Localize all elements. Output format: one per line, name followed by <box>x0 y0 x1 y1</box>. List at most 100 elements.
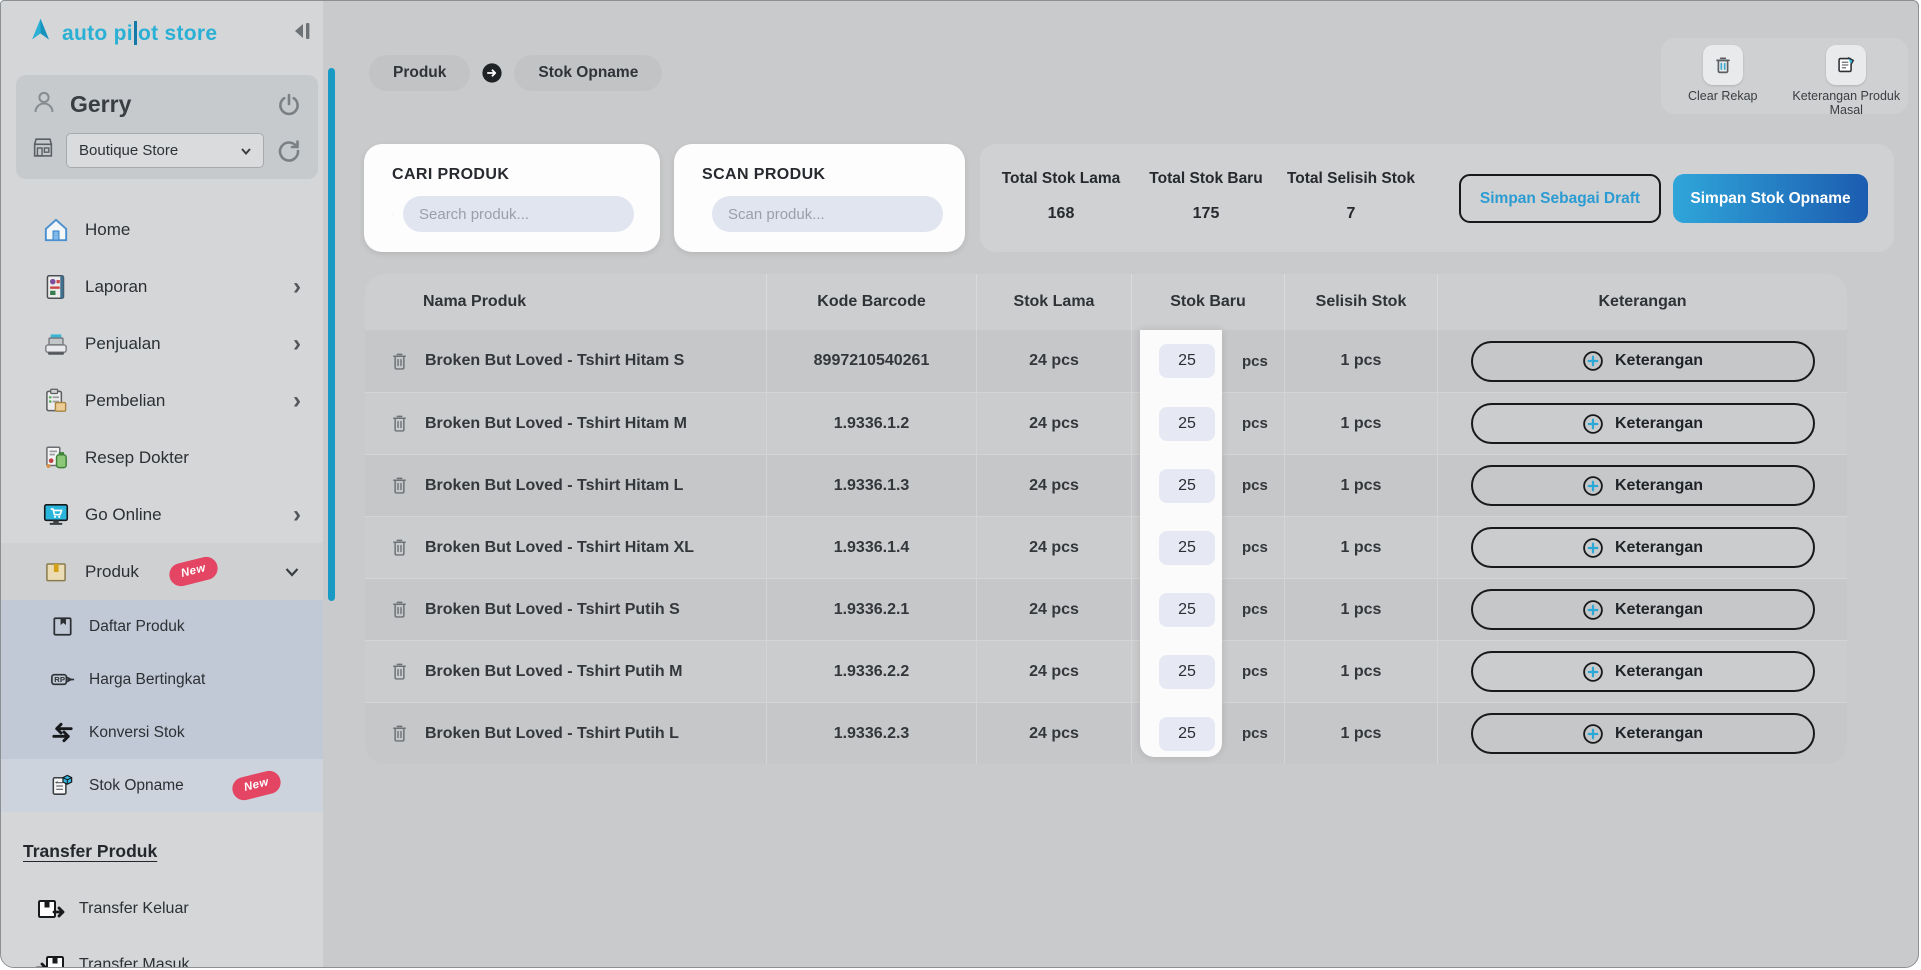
stok-baru-input[interactable] <box>1159 469 1215 503</box>
stok-lama-value: 24 pcs <box>977 393 1132 454</box>
sidebar-item-laporan[interactable]: Laporan › <box>1 258 323 315</box>
sidebar-item-daftar-produk[interactable]: Daftar Produk <box>1 600 323 653</box>
stok-lama-value: 24 pcs <box>977 455 1132 516</box>
breadcrumb-produk[interactable]: Produk <box>369 55 470 91</box>
keterangan-button[interactable]: Keterangan <box>1471 403 1815 444</box>
trash-icon <box>1703 45 1743 85</box>
brand-name: auto piot store <box>62 21 217 46</box>
total-stok-lama-value: 168 <box>981 205 1141 223</box>
cari-produk-card: CARI PRODUK <box>364 144 660 252</box>
stok-baru-input[interactable] <box>1159 593 1215 627</box>
delete-row-icon[interactable] <box>389 412 410 435</box>
delete-row-icon[interactable] <box>389 722 410 745</box>
keterangan-button-label: Keterangan <box>1615 663 1703 681</box>
sidebar-item-home[interactable]: Home <box>1 201 323 258</box>
selisih-stok-value: 1 pcs <box>1285 641 1438 702</box>
keterangan-button[interactable]: Keterangan <box>1471 713 1815 754</box>
plus-circle-icon <box>1582 537 1604 559</box>
keterangan-button-label: Keterangan <box>1615 477 1703 495</box>
price-tag-icon: RP <box>49 666 76 693</box>
sidebar-item-label: Home <box>85 220 301 240</box>
delete-row-icon[interactable] <box>389 536 410 559</box>
header-kode-barcode: Kode Barcode <box>767 274 977 330</box>
sidebar-item-transfer-masuk[interactable]: Transfer Masuk <box>1 937 323 968</box>
sidebar-item-go-online[interactable]: Go Online › <box>1 486 323 543</box>
simpan-sebagai-draft-button[interactable]: Simpan Sebagai Draft <box>1459 174 1661 223</box>
simpan-stok-opname-button[interactable]: Simpan Stok Opname <box>1673 174 1868 223</box>
store-select[interactable]: Boutique Store <box>66 133 264 168</box>
keterangan-button[interactable]: Keterangan <box>1471 527 1815 568</box>
plus-circle-icon <box>1582 723 1604 745</box>
clear-rekap-button[interactable]: Clear Rekap <box>1664 45 1782 103</box>
sidebar-item-stok-opname[interactable]: Stok Opname New <box>1 759 323 812</box>
transfer-in-icon <box>35 949 67 968</box>
refresh-icon[interactable] <box>276 138 302 164</box>
delete-row-icon[interactable] <box>389 474 410 497</box>
clear-rekap-label: Clear Rekap <box>1688 89 1757 103</box>
quick-actions-panel: Clear Rekap Keterangan Produk Masal <box>1661 38 1908 114</box>
keterangan-produk-masal-label: Keterangan Produk Masal <box>1787 89 1905 118</box>
product-name: Broken But Loved - Tshirt Hitam S <box>425 352 684 370</box>
product-barcode: 1.9336.1.4 <box>767 517 977 578</box>
plus-circle-icon <box>1582 661 1604 683</box>
keterangan-button-label: Keterangan <box>1615 415 1703 433</box>
selisih-stok-value: 1 pcs <box>1285 393 1438 454</box>
chevron-right-icon: › <box>293 332 301 356</box>
stok-baru-input[interactable] <box>1159 655 1215 689</box>
paper-plane-logo-icon <box>27 17 54 49</box>
table-body: Broken But Loved - Tshirt Hitam S 899721… <box>365 330 1847 764</box>
product-list-icon <box>49 613 76 640</box>
stok-baru-input[interactable] <box>1159 344 1215 378</box>
unit-label: pcs <box>1242 725 1268 742</box>
stok-baru-input[interactable] <box>1159 717 1215 751</box>
scrollbar-thumb[interactable] <box>328 68 335 601</box>
cash-register-icon <box>41 329 71 359</box>
delete-row-icon[interactable] <box>389 350 410 373</box>
sidebar-item-konversi-stok[interactable]: Konversi Stok <box>1 706 323 759</box>
produk-submenu: Daftar Produk RP Harga Bertingkat Konver… <box>1 600 323 812</box>
sidebar-item-label: Produk <box>85 562 139 582</box>
collapse-sidebar-icon[interactable] <box>287 17 315 45</box>
breadcrumb-stok-opname[interactable]: Stok Opname <box>514 55 662 91</box>
sidebar-item-transfer-keluar[interactable]: Transfer Keluar <box>1 881 323 937</box>
keterangan-button[interactable]: Keterangan <box>1471 589 1815 630</box>
product-barcode: 1.9336.2.3 <box>767 703 977 764</box>
sidebar-item-resep-dokter[interactable]: Resep Dokter <box>1 429 323 486</box>
product-name: Broken But Loved - Tshirt Putih M <box>425 663 682 681</box>
storefront-icon <box>30 135 56 166</box>
scan-produk-input[interactable] <box>712 196 943 232</box>
sidebar-item-harga-bertingkat[interactable]: RP Harga Bertingkat <box>1 653 323 706</box>
sidebar-item-pembelian[interactable]: Pembelian › <box>1 372 323 429</box>
keterangan-button-label: Keterangan <box>1615 601 1703 619</box>
search-produk-input[interactable] <box>403 196 634 232</box>
delete-row-icon[interactable] <box>389 660 410 683</box>
sidebar-item-produk[interactable]: Produk New <box>1 543 323 600</box>
keterangan-button-label: Keterangan <box>1615 539 1703 557</box>
unit-label: pcs <box>1242 539 1268 556</box>
breadcrumb: Produk Stok Opname <box>369 55 662 91</box>
stok-lama-value: 24 pcs <box>977 579 1132 640</box>
prescription-icon <box>41 443 71 473</box>
stok-lama-value: 24 pcs <box>977 330 1132 392</box>
new-badge: New <box>167 554 220 588</box>
total-stok-lama: Total Stok Lama 168 <box>981 170 1141 223</box>
home-icon <box>41 215 71 245</box>
report-icon <box>41 272 71 302</box>
stok-baru-input[interactable] <box>1159 407 1215 441</box>
keterangan-produk-masal-button[interactable]: Keterangan Produk Masal <box>1787 45 1905 118</box>
keterangan-button[interactable]: Keterangan <box>1471 651 1815 692</box>
logout-power-icon[interactable] <box>276 92 302 118</box>
sidebar-item-penjualan[interactable]: Penjualan › <box>1 315 323 372</box>
product-barcode: 8997210540261 <box>767 330 977 392</box>
sidebar-item-label: Penjualan <box>85 334 293 354</box>
delete-row-icon[interactable] <box>389 598 410 621</box>
logo-bar <box>134 21 137 45</box>
sidebar-item-label: Transfer Keluar <box>79 900 189 918</box>
keterangan-button[interactable]: Keterangan <box>1471 341 1815 382</box>
keterangan-button[interactable]: Keterangan <box>1471 465 1815 506</box>
unit-label: pcs <box>1242 663 1268 680</box>
product-name: Broken But Loved - Tshirt Hitam XL <box>425 539 694 557</box>
chevron-down-icon <box>239 144 253 158</box>
selisih-stok-value: 1 pcs <box>1285 579 1438 640</box>
stok-baru-input[interactable] <box>1159 531 1215 565</box>
